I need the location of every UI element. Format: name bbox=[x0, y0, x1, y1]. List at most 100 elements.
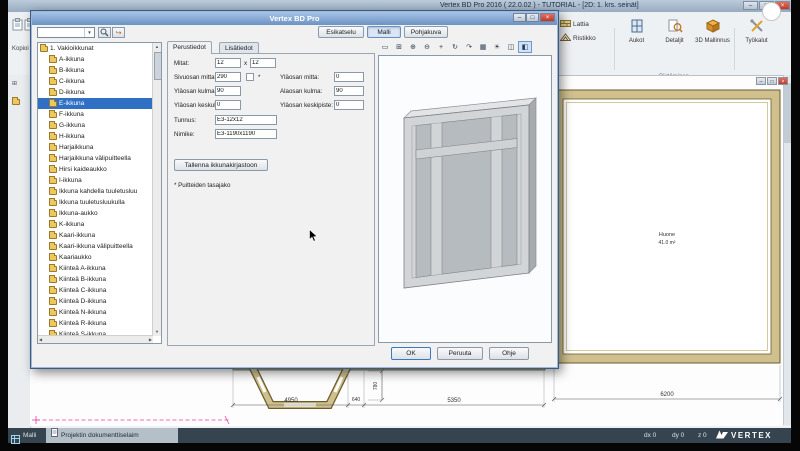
tree-item[interactable]: Ikkuna tuuletusluukulla bbox=[38, 197, 153, 208]
tree-item[interactable]: G-ikkuna bbox=[38, 120, 153, 131]
dialog-minimize-button[interactable]: – bbox=[513, 13, 526, 22]
display-mode-icon[interactable]: ▦ bbox=[476, 41, 490, 53]
tree-item[interactable]: Kaari-ikkuna välipuitteella bbox=[38, 241, 153, 252]
orbit-icon[interactable]: ↷ bbox=[462, 41, 476, 53]
clipboard-icon[interactable] bbox=[12, 18, 23, 36]
folder-icon bbox=[49, 321, 57, 327]
select-rect-icon[interactable]: ▭ bbox=[378, 41, 392, 53]
tree-item[interactable]: F-ikkuna bbox=[38, 109, 153, 120]
bottom-angle-field[interactable] bbox=[334, 86, 364, 96]
tree-item[interactable]: B-ikkuna bbox=[38, 65, 153, 76]
ribbon-button-lattia[interactable]: Lattia bbox=[560, 18, 589, 30]
zoom-in-icon[interactable]: ⊕ bbox=[406, 41, 420, 53]
window-opening-icon bbox=[629, 19, 645, 36]
tree-item[interactable]: Kiinteä B-ikkuna bbox=[38, 274, 153, 285]
app-title: Vertex BD Pro 2016 ( 22.0.02 ) - TUTORIA… bbox=[440, 2, 639, 9]
view-minimize-button[interactable]: – bbox=[756, 77, 766, 85]
search-box[interactable]: ▼ bbox=[37, 27, 95, 38]
tree-vertical-scrollbar[interactable]: ▲ ▼ bbox=[152, 43, 161, 336]
item-name-field[interactable] bbox=[215, 129, 277, 139]
overlay-badge bbox=[762, 2, 781, 21]
cube-3d-icon bbox=[705, 19, 721, 36]
tree-item[interactable]: D-ikkuna bbox=[38, 87, 153, 98]
zoom-out-icon[interactable]: ⊖ bbox=[420, 41, 434, 53]
tree-item[interactable]: Kiinteä D-ikkuna bbox=[38, 296, 153, 307]
coord-z: z 0 bbox=[698, 428, 707, 443]
canvas-scrollbar[interactable] bbox=[783, 75, 791, 425]
view-restore-button[interactable]: □ bbox=[767, 77, 777, 85]
window-3d-preview[interactable] bbox=[378, 55, 552, 343]
up-level-button[interactable]: ↪ bbox=[112, 27, 125, 38]
folder-icon bbox=[49, 200, 57, 206]
ribbon-button-tyokalut[interactable]: Työkalut bbox=[738, 16, 775, 62]
top-center-angle-field[interactable] bbox=[215, 100, 241, 110]
side-width-field[interactable] bbox=[215, 72, 241, 82]
help-button[interactable]: Ohje bbox=[489, 347, 529, 360]
tree-item[interactable]: Harjaikkuna bbox=[38, 142, 153, 153]
plan-view-button[interactable]: Pohjakuva bbox=[404, 26, 448, 38]
tree-item[interactable]: A-ikkuna bbox=[38, 54, 153, 65]
model-tab-icon[interactable] bbox=[11, 431, 20, 449]
preview-button[interactable]: Esikatselu bbox=[318, 26, 364, 38]
model-view-button[interactable]: Malli bbox=[367, 26, 401, 38]
truss-icon bbox=[560, 33, 571, 44]
pan-icon[interactable]: + bbox=[434, 41, 448, 53]
dim-780: 780 bbox=[373, 382, 379, 391]
dialog-titlebar[interactable]: Vertex BD Pro bbox=[32, 12, 557, 25]
ribbon-button-ristikko[interactable]: Ristikko bbox=[560, 32, 596, 44]
rotate-icon[interactable]: ↻ bbox=[448, 41, 462, 53]
tree-item[interactable]: Kiinteä R-ikkuna bbox=[38, 318, 153, 329]
tree-item[interactable]: Kiinteä A-ikkuna bbox=[38, 263, 153, 274]
tree-item[interactable]: K-ikkuna bbox=[38, 219, 153, 230]
ok-button[interactable]: OK bbox=[391, 347, 431, 360]
search-button[interactable] bbox=[98, 27, 111, 38]
folder-icon bbox=[49, 189, 57, 195]
height-field[interactable] bbox=[250, 58, 276, 68]
minimize-button[interactable]: – bbox=[743, 1, 758, 10]
tree-item[interactable]: H-ikkuna bbox=[38, 131, 153, 142]
tree-item[interactable]: Hirsi kaideaukko bbox=[38, 164, 153, 175]
tree-item[interactable]: Ikkuna kahdella tuuletusluu bbox=[38, 186, 153, 197]
panes-icon[interactable]: ◫ bbox=[504, 41, 518, 53]
shaded-view-icon[interactable]: ◧ bbox=[518, 41, 532, 53]
tree-item[interactable]: Harjaikkuna välipuitteella bbox=[38, 153, 153, 164]
tree-item[interactable]: Kiinteä C-ikkuna bbox=[38, 285, 153, 296]
cancel-button[interactable]: Peruuta bbox=[437, 347, 483, 360]
ribbon-button-detaljit[interactable]: Detaljit bbox=[656, 16, 693, 62]
ribbon-button-3d-mallinnus[interactable]: 3D Mallinnus bbox=[694, 16, 731, 62]
width-field[interactable] bbox=[215, 58, 241, 68]
tree-item[interactable]: Ikkuna-aukko bbox=[38, 208, 153, 219]
folder-icon bbox=[12, 92, 22, 110]
ribbon-button-aukot[interactable]: Aukot bbox=[618, 16, 655, 62]
zoom-window-icon[interactable]: ⊞ bbox=[392, 41, 406, 53]
room-area: 41.0 m² bbox=[659, 240, 676, 246]
tree-item[interactable]: C-ikkuna bbox=[38, 76, 153, 87]
tab-perustiedot[interactable]: Perustiedot bbox=[167, 41, 212, 54]
side-width-checkbox[interactable] bbox=[246, 73, 254, 81]
dim-640: 640 bbox=[352, 397, 361, 403]
tree-item[interactable]: I-ikkuna bbox=[38, 175, 153, 186]
light-icon[interactable]: ☀ bbox=[490, 41, 504, 53]
top-dim-field[interactable] bbox=[334, 72, 364, 82]
tree-item[interactable]: Kiinteä N-ikkuna bbox=[38, 307, 153, 318]
save-to-library-button[interactable]: Tallenna ikkunakirjastoon bbox=[174, 159, 268, 171]
nimike-label: Nimike: bbox=[174, 131, 195, 138]
search-input[interactable] bbox=[38, 29, 84, 36]
tree-horizontal-scrollbar[interactable]: ◀▶ bbox=[38, 335, 153, 343]
chevron-down-icon[interactable]: ▼ bbox=[84, 28, 94, 37]
top-center-field[interactable] bbox=[334, 100, 364, 110]
expand-icon[interactable]: ⊞ bbox=[12, 80, 17, 87]
statusbar-tab-malli[interactable]: Malli bbox=[23, 428, 36, 443]
tree-item[interactable]: E-ikkuna bbox=[38, 98, 153, 109]
tree-root-item[interactable]: 1. Vakioikkunat bbox=[38, 43, 144, 54]
tunnus-label: Tunnus: bbox=[174, 117, 196, 124]
top-angle-field[interactable] bbox=[215, 86, 241, 96]
tree-item[interactable]: Kaari-ikkuna bbox=[38, 230, 153, 241]
id-field[interactable] bbox=[215, 115, 277, 125]
window-library-tree[interactable]: 1. Vakioikkunat A-ikkuna B-ikkuna C-ikku… bbox=[37, 42, 162, 344]
view-close-button[interactable]: × bbox=[778, 77, 788, 85]
statusbar-tab-document-browser[interactable]: Projektin dokumenttiselaim bbox=[46, 428, 178, 443]
dialog-close-button[interactable]: × bbox=[540, 13, 555, 22]
tree-item[interactable]: Kaariaukko bbox=[38, 252, 153, 263]
dialog-maximize-button[interactable]: □ bbox=[526, 13, 539, 22]
